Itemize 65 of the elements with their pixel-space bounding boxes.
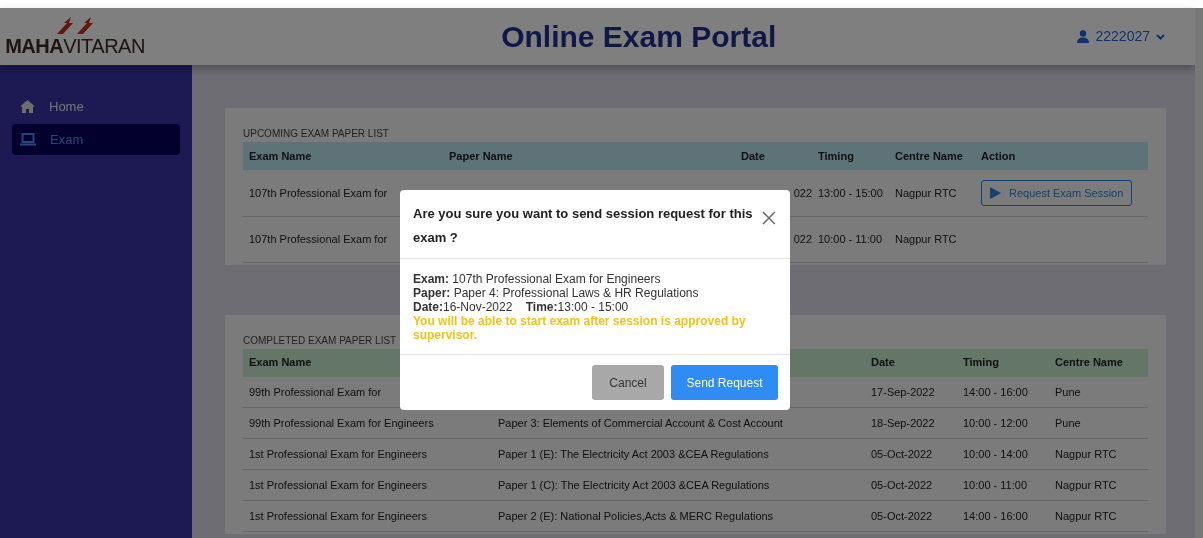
table-cell: 05-Oct-2022 (871, 478, 933, 491)
close-icon[interactable] (762, 211, 776, 225)
sidebar-item[interactable]: Home (12, 91, 180, 122)
table-cell: 1st Professional Exam for Engineers (249, 447, 427, 460)
table-cell: 17-Sep-2022 (871, 385, 935, 398)
table-cell: 13:00 - 15:00 (818, 186, 883, 199)
chevron-down-icon (1156, 33, 1165, 40)
column-header: Exam Name (243, 142, 443, 170)
table-cell: 05-Oct-2022 (871, 447, 933, 460)
detail-line: Date:16-Nov-2022 Time:13:00 - 15:00 (413, 300, 630, 314)
table-cell: 10:00 - 11:00 (963, 478, 1027, 491)
home-icon (20, 100, 35, 113)
scrollbar[interactable] (1195, 8, 1203, 538)
detail-line: Paper: Paper 4: Professional Laws & HR Regulations (413, 286, 700, 300)
table-cell: 1st Professional Exam for Engineers (249, 478, 427, 491)
table-cell: Nagpur RTC (1055, 447, 1117, 460)
table-cell: 022 (793, 232, 812, 245)
table-cell: Paper 3: Elements of Commercial Account & Cost Account (498, 416, 783, 429)
table-cell: 022 (793, 186, 812, 199)
section-heading: UPCOMING EXAM PAPER LIST (243, 127, 389, 141)
logo-text: MAHAVITARAN (5, 34, 145, 57)
detail-line: Exam: 107th Professional Exam for Engineers (413, 272, 662, 286)
table-cell: Nagpur RTC (895, 186, 957, 199)
table-cell: 10:00 - 12:00 (963, 416, 1028, 429)
table-cell: 05-Oct-2022 (871, 509, 933, 522)
table-cell: 10:00 - 14:00 (963, 447, 1028, 460)
column-header: Exam Name (243, 348, 492, 377)
dialog-title: Are you sure you want to send session request for this exam ? (413, 205, 754, 247)
table-cell: 14:00 - 16:00 (963, 385, 1028, 398)
column-header: Date (735, 142, 812, 170)
column-header: Date (865, 348, 957, 377)
table-cell: Pune (1055, 385, 1081, 398)
user-icon (1077, 30, 1090, 43)
table-cell: 99th Professional Exam for Engineers (249, 416, 434, 429)
play-icon (990, 186, 1001, 199)
laptop-icon (20, 133, 36, 146)
approval-note: You will be able to start exam after session is approved by supervisor. (413, 314, 747, 342)
column-header: Timing (957, 348, 1049, 377)
sidebar-item[interactable]: Exam (12, 124, 180, 155)
table-cell: 99th Professional Exam for (249, 385, 382, 398)
table-cell: 1st Professional Exam for Engineers (249, 509, 427, 522)
column-header: Centre Name (889, 142, 975, 170)
column-header: Timing (812, 142, 889, 170)
table-cell: Pune (1055, 416, 1081, 429)
column-header: Action (975, 142, 1148, 170)
table-cell: 18-Sep-2022 (871, 416, 935, 429)
portal-title: Online Exam Portal (501, 19, 777, 55)
table-cell: Nagpur RTC (1055, 509, 1117, 522)
table-cell: 14:00 - 16:00 (963, 509, 1028, 522)
table-cell: 107th Professional Exam for (249, 186, 388, 199)
lightning-logo-icon (55, 16, 95, 35)
table-cell: Nagpur RTC (1055, 478, 1117, 491)
column-header: Centre Name (1049, 348, 1148, 377)
table-cell: Paper 2 (E): National Policies,Acts & MERC Regulations (498, 509, 774, 522)
send-request-button[interactable]: Send Request (671, 365, 778, 400)
request-session-button[interactable]: Request Exam Session (981, 179, 1133, 206)
table-cell: 10:00 - 11:00 (818, 232, 882, 245)
section-heading: COMPLETED EXAM PAPER LIST (243, 333, 397, 348)
table-cell: 107th Professional Exam for (249, 232, 388, 245)
column-header: Paper Name (443, 142, 735, 170)
table-cell: Nagpur RTC (895, 232, 957, 245)
table-cell: Paper 1 (C): The Electricity Act 2003 &CEA Regulations (498, 478, 770, 491)
user-menu[interactable]: 2222027 (1077, 26, 1165, 47)
table-cell: Paper 1 (E): The Electricity Act 2003 &CEA Regulations (498, 447, 769, 460)
cancel-button[interactable]: Cancel (592, 365, 664, 400)
